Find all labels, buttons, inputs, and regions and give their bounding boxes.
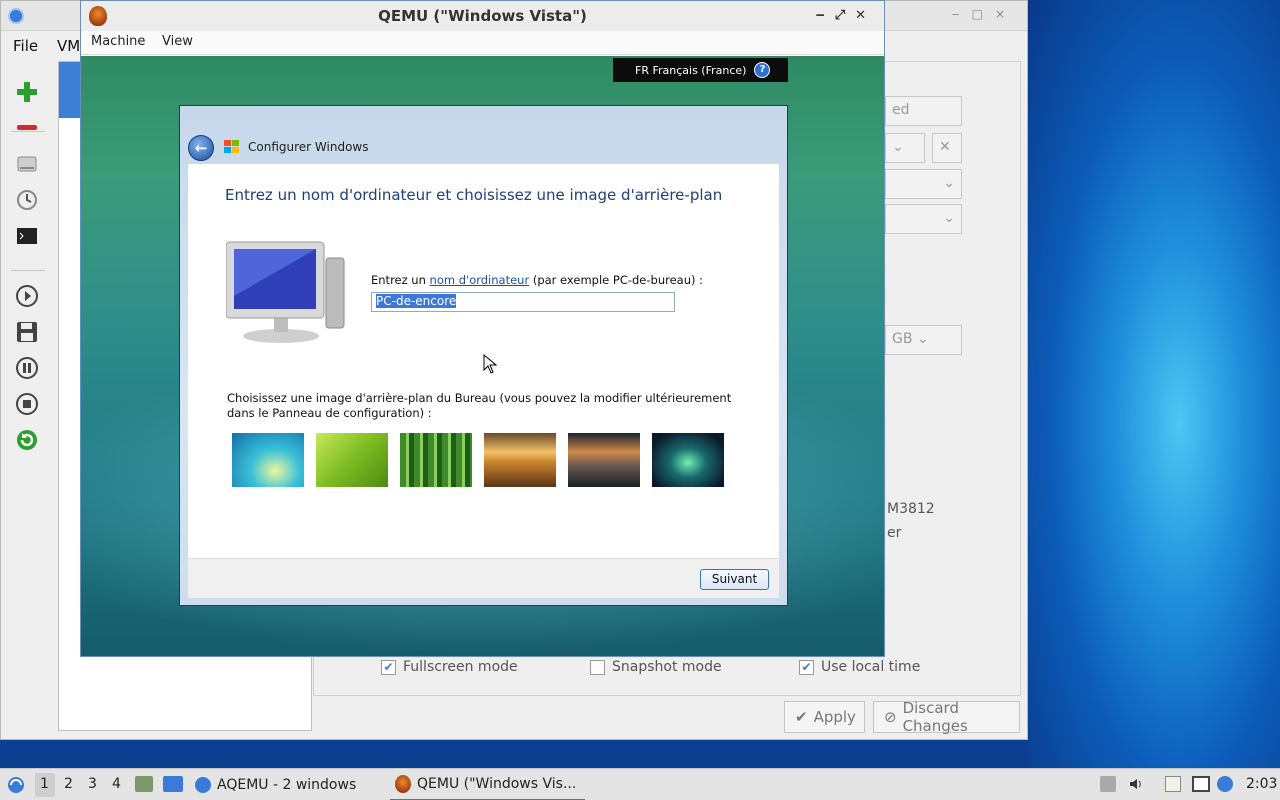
workspace-3[interactable]: 3	[88, 776, 97, 792]
wallpaper-northern-lights[interactable]	[652, 433, 724, 487]
vm-screen[interactable]: FR Français (France) ? ← Configurer Wind…	[81, 56, 884, 656]
wallpaper-green-leaf[interactable]	[316, 433, 388, 487]
menu-view[interactable]: View	[162, 34, 193, 49]
page-heading: Entrez un nom d'ordinateur et choisissez…	[225, 186, 723, 204]
volume-icon[interactable]	[1128, 776, 1144, 792]
computer-monitor-icon	[226, 241, 345, 343]
checkbox-box[interactable]: ✔	[799, 659, 814, 675]
clipboard-icon[interactable]	[1165, 776, 1181, 792]
discard-changes-button[interactable]: ⊘ Discard Changes	[873, 699, 1020, 735]
menu-file[interactable]: File	[13, 37, 38, 55]
desktop-background	[1028, 0, 1280, 768]
wallpaper-bamboo[interactable]	[400, 433, 472, 487]
qemu-menubar: Machine View	[81, 31, 884, 55]
cancel-icon: ⊘	[884, 708, 897, 726]
snapshot-checkbox[interactable]: Snapshot mode	[590, 659, 722, 675]
add-vm-icon[interactable]	[7, 77, 47, 107]
monitor-icon[interactable]	[1192, 776, 1210, 792]
terminal-icon[interactable]	[7, 221, 47, 251]
language-bar[interactable]: FR Français (France) ?	[613, 58, 788, 82]
memory-dropdown[interactable]: GB ⌄	[885, 325, 962, 355]
show-desktop-icon[interactable]	[163, 776, 183, 792]
taskbar: 1 2 3 4 AQEMU - 2 windows QEMU ("Windows…	[0, 768, 1280, 800]
qemu-window-controls[interactable]: ‒⤢✕	[816, 1, 876, 31]
pause-icon[interactable]	[7, 353, 47, 383]
workspace-4[interactable]: 4	[112, 776, 121, 792]
aqemu-task-icon	[195, 777, 211, 793]
remove-vm-icon[interactable]	[7, 113, 47, 143]
partial-text-1: M3812	[887, 501, 935, 517]
checkbox-box[interactable]	[590, 659, 605, 675]
windows-flag-icon	[224, 140, 239, 153]
workspace-2[interactable]: 2	[64, 776, 73, 792]
aqemu-logo-icon	[8, 8, 24, 24]
qemu-title: QEMU ("Windows Vista")	[378, 7, 587, 25]
partial-text-2: er	[887, 525, 902, 541]
workspace-1[interactable]: 1	[40, 776, 49, 792]
fullscreen-checkbox[interactable]: ✔ Fullscreen mode	[381, 659, 518, 675]
partial-field[interactable]: ed	[885, 96, 962, 126]
back-arrow-icon[interactable]: ←	[188, 135, 214, 161]
mouse-cursor-icon	[483, 354, 497, 374]
task-qemu[interactable]: QEMU ("Windows Vis...	[390, 769, 585, 800]
help-icon[interactable]: ?	[754, 62, 771, 78]
qemu-titlebar[interactable]: QEMU ("Windows Vista") ‒⤢✕	[81, 1, 884, 31]
partial-dropdown-1[interactable]: ⌄	[885, 133, 925, 163]
clock-icon[interactable]	[7, 185, 47, 215]
qemu-task-icon	[395, 775, 411, 793]
check-icon: ✔	[795, 708, 808, 726]
menu-vm[interactable]: VM	[57, 37, 80, 55]
qemu-logo-icon	[89, 6, 107, 26]
qemu-window: QEMU ("Windows Vista") ‒⤢✕ Machine View …	[80, 0, 885, 657]
partial-dropdown-2[interactable]: ⌄	[885, 169, 962, 199]
save-icon[interactable]	[7, 317, 47, 347]
computer-name-help-link[interactable]: nom d'ordinateur	[430, 273, 530, 287]
computer-name-input[interactable]: PC-de-encore	[371, 292, 675, 312]
file-manager-icon[interactable]	[135, 776, 153, 792]
reset-icon[interactable]	[7, 425, 47, 455]
notification-icon[interactable]	[1217, 776, 1233, 792]
eject-icon[interactable]	[1100, 776, 1116, 792]
wallpaper-sunset-field[interactable]	[484, 433, 556, 487]
stop-icon[interactable]	[7, 389, 47, 419]
wallpaper-aurora-glow[interactable]	[232, 433, 304, 487]
play-icon[interactable]	[7, 281, 47, 311]
name-label: Entrez un nom d'ordinateur (par exemple …	[371, 273, 704, 287]
aqemu-window-controls[interactable]: ‒□×	[952, 7, 1017, 21]
wallpaper-mountain-lake[interactable]	[568, 433, 640, 487]
background-label: Choisissez une image d'arrière-plan du B…	[227, 391, 732, 420]
apply-button[interactable]: ✔ Apply	[784, 701, 865, 733]
partial-dropdown-3[interactable]: ⌄	[885, 204, 962, 234]
clock[interactable]: 2:03	[1246, 776, 1277, 792]
clear-icon[interactable]: ✕	[932, 133, 962, 163]
task-aqemu[interactable]: AQEMU - 2 windows	[195, 769, 375, 800]
checkbox-box[interactable]: ✔	[381, 659, 396, 675]
dialog-title: Configurer Windows	[248, 140, 369, 154]
hdd-icon[interactable]	[7, 149, 47, 179]
next-button[interactable]: Suivant	[700, 569, 769, 590]
menu-machine[interactable]: Machine	[91, 34, 145, 49]
start-menu-icon[interactable]	[6, 775, 26, 795]
local-time-checkbox[interactable]: ✔ Use local time	[799, 659, 920, 675]
